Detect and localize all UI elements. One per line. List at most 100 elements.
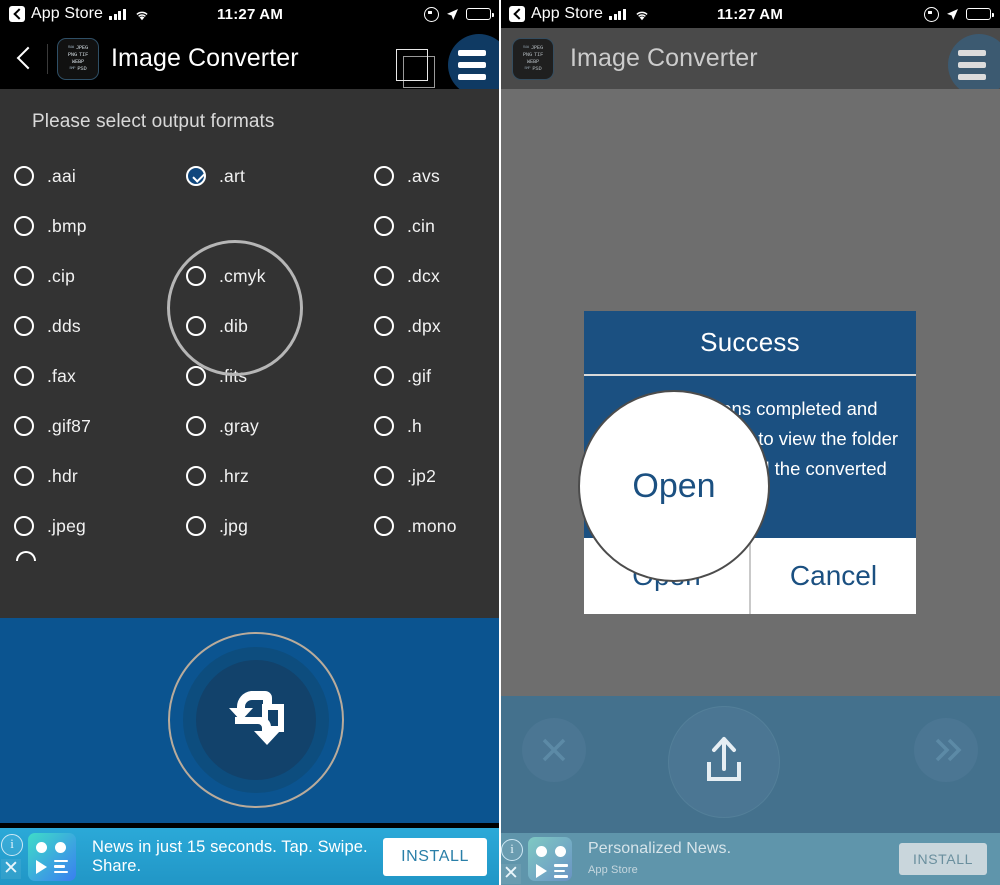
cellular-signal-icon: [109, 8, 126, 20]
app-header: RAW JPEG PNG TIF WEBP BMP PSD Image Convert…: [0, 28, 500, 96]
radio-icon[interactable]: [186, 366, 206, 386]
radio-icon[interactable]: [14, 216, 34, 236]
format-label: .fax: [47, 365, 77, 386]
radio-icon[interactable]: [186, 516, 206, 536]
dialog-cancel-button[interactable]: Cancel: [751, 538, 916, 614]
radio-icon[interactable]: [374, 216, 394, 236]
format-option-fax[interactable]: .fax: [0, 366, 186, 387]
format-option-fits[interactable]: .fits: [186, 366, 374, 387]
radio-icon[interactable]: [186, 266, 206, 286]
format-option-bmp[interactable]: .bmp: [0, 216, 186, 237]
radio-icon[interactable]: [14, 366, 34, 386]
radio-icon[interactable]: [14, 416, 34, 436]
format-option-avs[interactable]: .avs: [374, 166, 500, 187]
ad-close-icon[interactable]: ✕: [501, 864, 521, 884]
format-option-dds[interactable]: .dds: [0, 316, 186, 337]
ad-banner[interactable]: i ✕ News in just 15 seconds. Tap. Swipe.…: [0, 828, 500, 885]
format-option-dib[interactable]: .dib: [186, 316, 374, 337]
ad-info-icon[interactable]: i: [1, 834, 23, 856]
hamburger-menu-icon[interactable]: [948, 34, 1000, 96]
ad-close-icon[interactable]: ✕: [1, 859, 21, 879]
wifi-icon: [634, 8, 650, 21]
format-label: .dpx: [407, 315, 441, 336]
format-option-jpg[interactable]: .jpg: [186, 516, 374, 537]
format-row: .dds .dib .dpx: [0, 301, 500, 351]
format-label: .jp2: [407, 465, 437, 486]
radio-icon[interactable]: [374, 316, 394, 336]
hamburger-menu-icon[interactable]: [448, 34, 500, 96]
battery-icon: [466, 8, 494, 20]
format-label: .gray: [219, 415, 259, 436]
format-option-cin[interactable]: .cin: [374, 216, 500, 237]
radio-checked-icon[interactable]: [186, 166, 206, 186]
format-option-jp2[interactable]: .jp2: [374, 466, 500, 487]
status-bar-left: App Store: [509, 5, 650, 23]
x-close-icon[interactable]: [522, 718, 586, 782]
format-row: .cip .cmyk .dcx: [0, 251, 500, 301]
back-chevron-icon[interactable]: [509, 6, 525, 22]
radio-icon[interactable]: [14, 516, 34, 536]
radio-icon[interactable]: [374, 366, 394, 386]
bottom-toolbar: [500, 696, 1000, 844]
rotation-lock-icon: [924, 6, 939, 22]
cellular-signal-icon: [609, 8, 626, 20]
convert-action-bar: [0, 618, 500, 823]
format-label: .avs: [407, 165, 440, 186]
format-option-gif[interactable]: .gif: [374, 366, 500, 387]
format-label: .jpg: [219, 515, 249, 536]
radio-icon[interactable]: [186, 316, 206, 336]
status-bar: App Store 11:27 AM: [500, 0, 1000, 28]
radio-icon[interactable]: [374, 166, 394, 186]
wifi-icon: [134, 8, 150, 21]
radio-icon[interactable]: [14, 466, 34, 486]
radio-icon[interactable]: [14, 166, 34, 186]
ad-install-button[interactable]: INSTALL: [899, 843, 987, 875]
open-button-highlight-circle[interactable]: Open: [578, 390, 770, 582]
status-bar-app-label[interactable]: App Store: [531, 5, 603, 23]
format-option-aai[interactable]: .aai: [0, 166, 186, 187]
radio-icon[interactable]: [16, 551, 36, 561]
format-option-dpx[interactable]: .dpx: [374, 316, 500, 337]
header-back-button[interactable]: [12, 46, 38, 72]
convert-button[interactable]: [168, 632, 344, 808]
format-row: .gif87 .gray .h: [0, 401, 500, 451]
format-label: .dib: [219, 315, 249, 336]
dimmed-content-area: Success All Conversions completed and sa…: [500, 89, 1000, 696]
radio-icon[interactable]: [186, 466, 206, 486]
format-option-dcx[interactable]: .dcx: [374, 266, 500, 287]
format-option-cmyk[interactable]: .cmyk: [186, 266, 374, 287]
format-option-gray[interactable]: .gray: [186, 416, 374, 437]
format-option-gif87[interactable]: .gif87: [0, 416, 186, 437]
radio-icon[interactable]: [374, 466, 394, 486]
location-arrow-icon: [446, 8, 459, 21]
ad-info-icon[interactable]: i: [501, 839, 523, 861]
double-chevron-right-icon[interactable]: [914, 718, 978, 782]
format-option-jpeg[interactable]: .jpeg: [0, 516, 186, 537]
radio-icon[interactable]: [374, 516, 394, 536]
format-option-hdr[interactable]: .hdr: [0, 466, 186, 487]
format-option-cip[interactable]: .cip: [0, 266, 186, 287]
radio-icon[interactable]: [186, 416, 206, 436]
format-label: .dds: [47, 315, 81, 336]
format-option-art[interactable]: .art: [186, 166, 374, 187]
format-option-hrz[interactable]: .hrz: [186, 466, 374, 487]
format-row: .fax .fits .gif: [0, 351, 500, 401]
format-row: .jpeg .jpg .mono: [0, 501, 500, 551]
ad-install-button[interactable]: INSTALL: [383, 837, 487, 876]
share-upload-button[interactable]: [668, 706, 780, 818]
format-option-h[interactable]: .h: [374, 416, 500, 437]
format-label: .dcx: [407, 265, 440, 286]
radio-icon[interactable]: [374, 266, 394, 286]
radio-icon[interactable]: [14, 316, 34, 336]
radio-icon[interactable]: [374, 416, 394, 436]
rotation-lock-icon: [424, 6, 439, 22]
format-row-clipped: [0, 551, 500, 569]
copy-stack-icon[interactable]: [390, 40, 435, 88]
dual-screenshot-container: App Store 11:27 AM RAW JPEG PNG TIF WEBP…: [0, 0, 1000, 885]
radio-icon[interactable]: [14, 266, 34, 286]
back-chevron-icon[interactable]: [9, 6, 25, 22]
ad-banner[interactable]: i ✕ Personalized News. App Store INSTALL: [500, 833, 1000, 885]
status-bar-app-label[interactable]: App Store: [31, 5, 103, 23]
format-option-mono[interactable]: .mono: [374, 516, 500, 537]
convert-swap-arrow-icon: [221, 687, 291, 754]
